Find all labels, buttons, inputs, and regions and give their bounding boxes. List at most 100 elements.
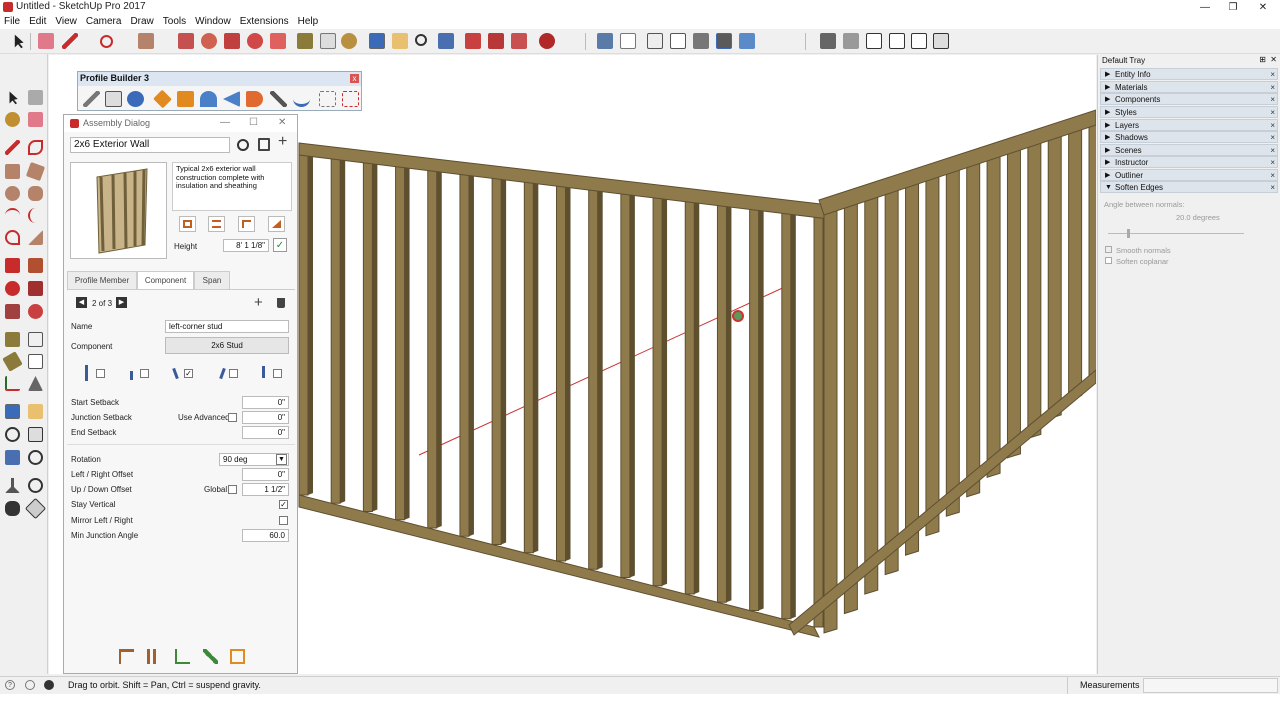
tab-component[interactable]: Component: [137, 271, 194, 289]
user-account-icon[interactable]: [44, 680, 54, 690]
pan-tool-icon[interactable]: [28, 404, 43, 419]
tray-section-styles[interactable]: ▶ Styles ×: [1100, 106, 1278, 118]
tray-section-layers[interactable]: ▶ Layers ×: [1100, 119, 1278, 131]
3d-text-icon[interactable]: [28, 376, 43, 391]
stay-vertical-checkbox[interactable]: ✓: [279, 500, 288, 509]
zoom-window-icon[interactable]: [28, 427, 43, 442]
tray-section-soften-edges[interactable]: ▼ Soften Edges ×: [1100, 181, 1278, 193]
dialog-close-button[interactable]: ✕: [278, 117, 286, 128]
geolocation-icon[interactable]: [25, 680, 35, 690]
use-advanced-checkbox[interactable]: [228, 413, 237, 422]
ud-offset-field[interactable]: 1 1/2": [242, 483, 289, 496]
extension-warehouse-icon[interactable]: [488, 33, 504, 49]
tray-close-icon[interactable]: ✕: [1270, 55, 1277, 64]
end-setback-field[interactable]: 0": [242, 426, 289, 439]
placement-top-checkbox[interactable]: [273, 369, 282, 378]
assembly-description[interactable]: Typical 2x6 exterior wall construction c…: [172, 162, 292, 211]
tray-section-components[interactable]: ▶ Components ×: [1100, 93, 1278, 105]
tray-section-materials[interactable]: ▶ Materials ×: [1100, 81, 1278, 93]
zoom-extents-tool-icon[interactable]: [5, 450, 20, 465]
menu-camera[interactable]: Camera: [86, 15, 127, 29]
pb-draw-profile-icon[interactable]: [83, 91, 100, 107]
measurements-box[interactable]: [1143, 678, 1278, 693]
pb-path-icon[interactable]: [293, 91, 310, 107]
tray-section-scenes[interactable]: ▶ Scenes ×: [1100, 144, 1278, 156]
shaded-textures-icon[interactable]: [716, 33, 732, 49]
orbit-tool-icon[interactable]: [5, 404, 20, 419]
eraser-tool-icon[interactable]: [38, 33, 54, 49]
eyedropper-icon[interactable]: [203, 649, 218, 664]
placement-left-checkbox[interactable]: ✓: [184, 369, 193, 378]
tape-icon[interactable]: [5, 332, 20, 347]
protractor-icon[interactable]: [2, 351, 23, 372]
pb-select-icon[interactable]: [319, 91, 336, 107]
three-point-arc-icon[interactable]: [5, 230, 20, 245]
iso-view-icon[interactable]: [820, 33, 836, 49]
rotated-rectangle-icon[interactable]: [25, 161, 46, 182]
xray-icon[interactable]: [597, 33, 613, 49]
ruby-icon[interactable]: [539, 33, 555, 49]
lr-offset-field[interactable]: 0": [242, 468, 289, 481]
bottom-tag-icon[interactable]: [230, 649, 245, 664]
previous-component-icon[interactable]: ◀: [76, 297, 87, 308]
menu-tools[interactable]: Tools: [163, 15, 191, 29]
scale-icon[interactable]: [270, 33, 286, 49]
add-icon[interactable]: +: [278, 134, 287, 150]
arc-tool-icon[interactable]: [100, 35, 113, 48]
rectangle-icon[interactable]: [5, 164, 20, 179]
profile-builder-close-button[interactable]: x: [350, 74, 359, 83]
help-icon[interactable]: ?: [5, 680, 15, 690]
tray-section-entity-info[interactable]: ▶ Entity Info ×: [1100, 68, 1278, 80]
mirror-checkbox[interactable]: [279, 516, 288, 525]
search-icon[interactable]: [237, 139, 249, 151]
offset-icon[interactable]: [28, 304, 43, 319]
push-pull-tool-icon[interactable]: [28, 258, 43, 273]
back-edges-icon[interactable]: [620, 33, 636, 49]
menu-file[interactable]: File: [4, 15, 25, 29]
pb-build-icon[interactable]: [127, 91, 144, 107]
start-setback-field[interactable]: 0": [242, 396, 289, 409]
follow-me-icon[interactable]: [247, 33, 263, 49]
chevron-down-icon[interactable]: ▼: [276, 454, 287, 465]
select-tool-icon[interactable]: [14, 34, 24, 49]
zoom-extents-icon[interactable]: [438, 33, 454, 49]
menu-draw[interactable]: Draw: [130, 15, 158, 29]
pb-array-icon[interactable]: [223, 91, 240, 107]
orbit-icon[interactable]: [369, 33, 385, 49]
tape-measure-icon[interactable]: [297, 33, 313, 49]
tab-span[interactable]: Span: [194, 271, 230, 289]
junction-setback-field[interactable]: 0": [242, 411, 289, 424]
section-plane-icon[interactable]: [24, 497, 47, 520]
push-pull-icon[interactable]: [178, 33, 194, 49]
shaded-icon[interactable]: [693, 33, 709, 49]
pb-split-icon[interactable]: [270, 91, 287, 107]
tray-section-shadows[interactable]: ▶ Shadows ×: [1100, 131, 1278, 143]
placement-right-checkbox[interactable]: [229, 369, 238, 378]
pb-assembly-icon[interactable]: [177, 91, 194, 107]
pb-arch-icon[interactable]: [200, 91, 217, 107]
zoom-tool-icon[interactable]: [5, 427, 20, 442]
previous-view-icon[interactable]: [28, 450, 43, 465]
follow-me-tool-icon[interactable]: [28, 281, 43, 296]
left-view-icon[interactable]: [933, 33, 949, 49]
paint-icon[interactable]: [5, 112, 20, 127]
zoom-icon[interactable]: [415, 34, 427, 46]
assembly-name-field[interactable]: 2x6 Exterior Wall: [70, 137, 230, 153]
miter-icon[interactable]: [268, 216, 285, 232]
make-component-icon[interactable]: [28, 90, 43, 105]
delete-component-icon[interactable]: [277, 298, 285, 308]
axes-icon[interactable]: [5, 376, 20, 391]
back-view-icon[interactable]: [911, 33, 927, 49]
component-select-button[interactable]: 2x6 Stud: [165, 337, 289, 354]
menu-extensions[interactable]: Extensions: [240, 15, 294, 29]
text-tool-icon[interactable]: [320, 33, 336, 49]
move-tool-icon[interactable]: [5, 258, 20, 273]
warehouse-icon[interactable]: [465, 33, 481, 49]
monochrome-icon[interactable]: [739, 33, 755, 49]
dialog-minimize-button[interactable]: —: [220, 117, 230, 128]
eraser-icon[interactable]: [28, 112, 43, 127]
pb-settings-icon[interactable]: [342, 91, 359, 107]
scale-tool-icon[interactable]: [5, 304, 20, 319]
circle-icon[interactable]: [5, 186, 20, 201]
min-junction-field[interactable]: 60.0: [242, 529, 289, 542]
